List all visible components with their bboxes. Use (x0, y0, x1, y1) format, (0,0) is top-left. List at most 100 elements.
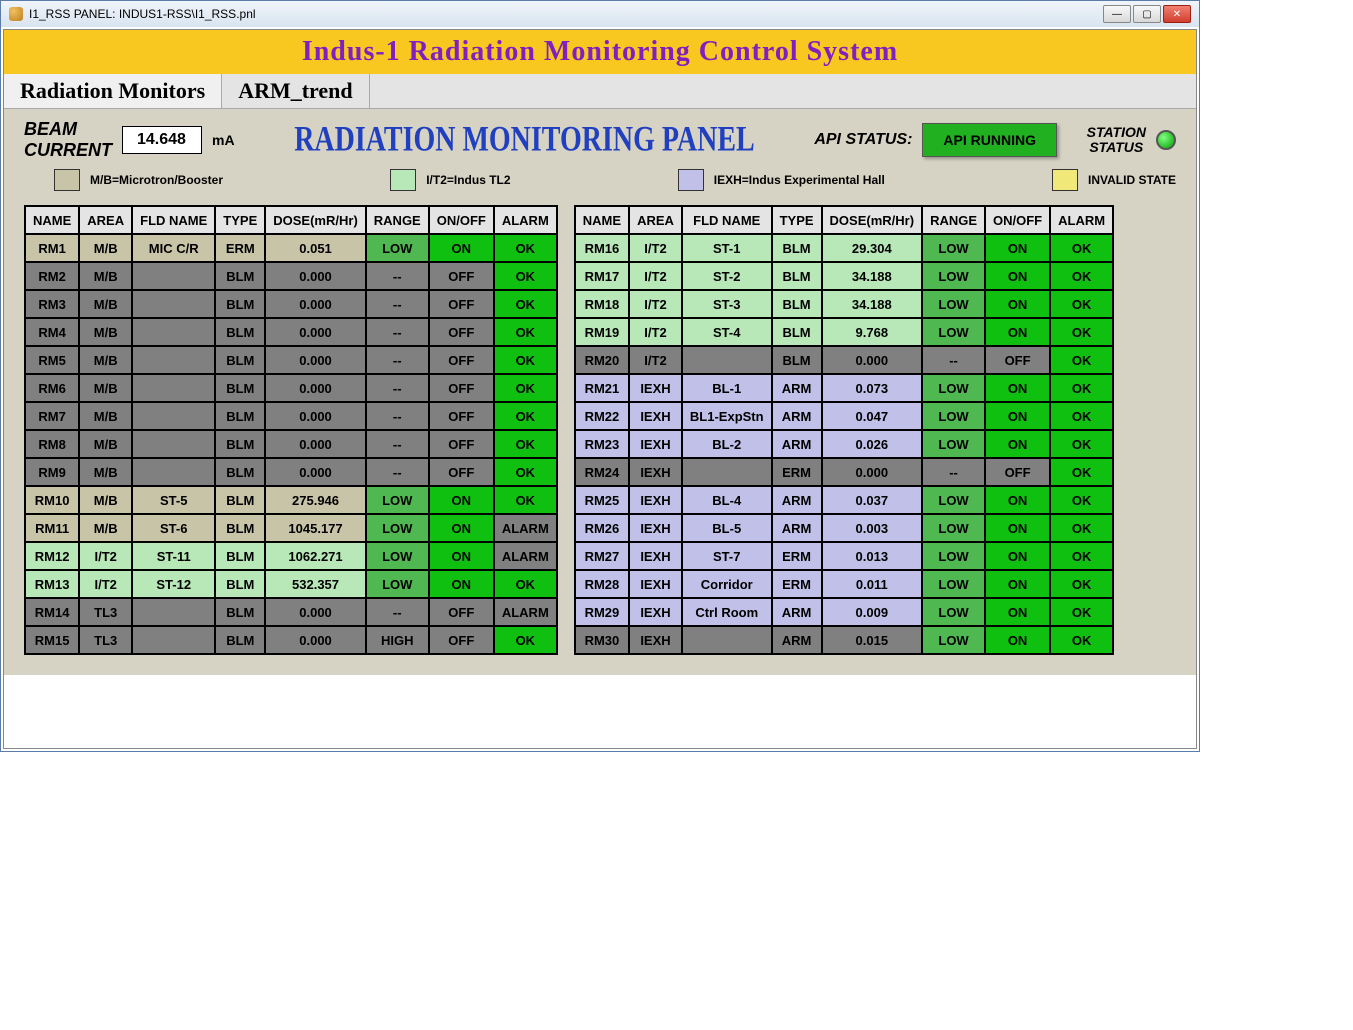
cell-area: TL3 (79, 598, 132, 626)
app-window: I1_RSS PANEL: INDUS1-RSS\I1_RSS.pnl — ▢ … (0, 0, 1200, 752)
cell-area: M/B (79, 374, 132, 402)
table-row: RM24IEXHERM0.000--OFFOK (575, 458, 1113, 486)
col-header-alarm: ALARM (494, 206, 557, 234)
table-row: RM28IEXHCorridorERM0.011LOWONOK (575, 570, 1113, 598)
cell-range: LOW (922, 262, 985, 290)
legend-swatch-iexh (678, 169, 704, 191)
table-row: RM29IEXHCtrl RoomARM0.009LOWONOK (575, 598, 1113, 626)
cell-dose: 0.037 (822, 486, 923, 514)
cell-area: I/T2 (79, 542, 132, 570)
table-row: RM23IEXHBL-2ARM0.026LOWONOK (575, 430, 1113, 458)
col-header-dose: DOSE(mR/Hr) (265, 206, 366, 234)
cell-dose: 0.000 (822, 458, 923, 486)
cell-name: RM28 (575, 570, 629, 598)
cell-type: ARM (772, 402, 822, 430)
cell-type: ARM (772, 486, 822, 514)
banner-title: Indus-1 Radiation Monitoring Control Sys… (4, 30, 1196, 74)
cell-fld: ST-4 (682, 318, 772, 346)
cell-name: RM5 (25, 346, 79, 374)
cell-fld: BL1-ExpStn (682, 402, 772, 430)
table-row: RM22IEXHBL1-ExpStnARM0.047LOWONOK (575, 402, 1113, 430)
api-status-label: API STATUS: (814, 131, 912, 149)
cell-onoff: ON (429, 234, 494, 262)
tab-arm-trend[interactable]: ARM_trend (222, 74, 369, 108)
client-area[interactable]: Indus-1 Radiation Monitoring Control Sys… (3, 29, 1197, 749)
cell-dose: 0.000 (265, 598, 366, 626)
panel-title: RADIATION MONITORING PANEL (294, 119, 754, 161)
cell-alarm: OK (494, 234, 557, 262)
cell-alarm: OK (1050, 542, 1113, 570)
cell-dose: 0.011 (822, 570, 923, 598)
table-row: RM13I/T2ST-12BLM532.357LOWONOK (25, 570, 557, 598)
cell-area: M/B (79, 514, 132, 542)
cell-type: BLM (215, 486, 265, 514)
cell-alarm: OK (1050, 486, 1113, 514)
cell-fld: BL-5 (682, 514, 772, 542)
cell-fld: BL-1 (682, 374, 772, 402)
cell-type: BLM (772, 346, 822, 374)
cell-area: I/T2 (629, 290, 682, 318)
cell-range: -- (366, 374, 429, 402)
cell-fld (132, 374, 215, 402)
cell-area: I/T2 (629, 346, 682, 374)
cell-onoff: ON (429, 542, 494, 570)
cell-area: I/T2 (629, 318, 682, 346)
cell-type: BLM (215, 458, 265, 486)
cell-onoff: ON (985, 402, 1050, 430)
table-row: RM17I/T2ST-2BLM34.188LOWONOK (575, 262, 1113, 290)
cell-dose: 1045.177 (265, 514, 366, 542)
cell-name: RM24 (575, 458, 629, 486)
cell-alarm: OK (494, 290, 557, 318)
cell-name: RM14 (25, 598, 79, 626)
cell-range: -- (366, 598, 429, 626)
cell-onoff: ON (985, 570, 1050, 598)
titlebar: I1_RSS PANEL: INDUS1-RSS\I1_RSS.pnl — ▢ … (1, 1, 1199, 27)
minimize-button[interactable]: — (1103, 5, 1131, 23)
cell-fld: ST-7 (682, 542, 772, 570)
col-header-fld: FLD NAME (682, 206, 772, 234)
cell-area: IEXH (629, 598, 682, 626)
cell-fld (132, 402, 215, 430)
cell-range: LOW (366, 486, 429, 514)
cell-type: BLM (215, 570, 265, 598)
cell-onoff: ON (985, 514, 1050, 542)
cell-dose: 1062.271 (265, 542, 366, 570)
cell-name: RM19 (575, 318, 629, 346)
cell-dose: 0.000 (265, 402, 366, 430)
legend-label-iexh: IEXH=Indus Experimental Hall (714, 173, 885, 187)
cell-area: M/B (79, 262, 132, 290)
cell-area: IEXH (629, 626, 682, 654)
cell-dose: 0.009 (822, 598, 923, 626)
tab-radiation-monitors[interactable]: Radiation Monitors (4, 74, 222, 108)
cell-alarm: OK (1050, 626, 1113, 654)
cell-name: RM30 (575, 626, 629, 654)
cell-fld (682, 458, 772, 486)
cell-area: M/B (79, 458, 132, 486)
cell-dose: 9.768 (822, 318, 923, 346)
cell-name: RM12 (25, 542, 79, 570)
col-header-name: NAME (575, 206, 629, 234)
cell-area: I/T2 (629, 262, 682, 290)
station-status-led (1156, 130, 1176, 150)
legend-swatch-invalid (1052, 169, 1078, 191)
maximize-button[interactable]: ▢ (1133, 5, 1161, 23)
cell-fld (132, 458, 215, 486)
cell-dose: 0.000 (265, 290, 366, 318)
cell-name: RM13 (25, 570, 79, 598)
cell-type: BLM (215, 430, 265, 458)
close-button[interactable]: ✕ (1163, 5, 1191, 23)
col-header-type: TYPE (215, 206, 265, 234)
cell-alarm: OK (1050, 262, 1113, 290)
main-panel: BEAM CURRENT 14.648 mA RADIATION MONITOR… (4, 109, 1196, 675)
cell-name: RM8 (25, 430, 79, 458)
table-row: RM4M/BBLM0.000--OFFOK (25, 318, 557, 346)
cell-range: LOW (922, 514, 985, 542)
monitor-table-left: NAMEAREAFLD NAMETYPEDOSE(mR/Hr)RANGEON/O… (24, 205, 558, 655)
cell-alarm: OK (1050, 318, 1113, 346)
table-row: RM15TL3BLM0.000HIGHOFFOK (25, 626, 557, 654)
cell-fld: ST-3 (682, 290, 772, 318)
cell-name: RM27 (575, 542, 629, 570)
cell-fld: BL-2 (682, 430, 772, 458)
cell-area: IEXH (629, 570, 682, 598)
cell-type: BLM (215, 262, 265, 290)
